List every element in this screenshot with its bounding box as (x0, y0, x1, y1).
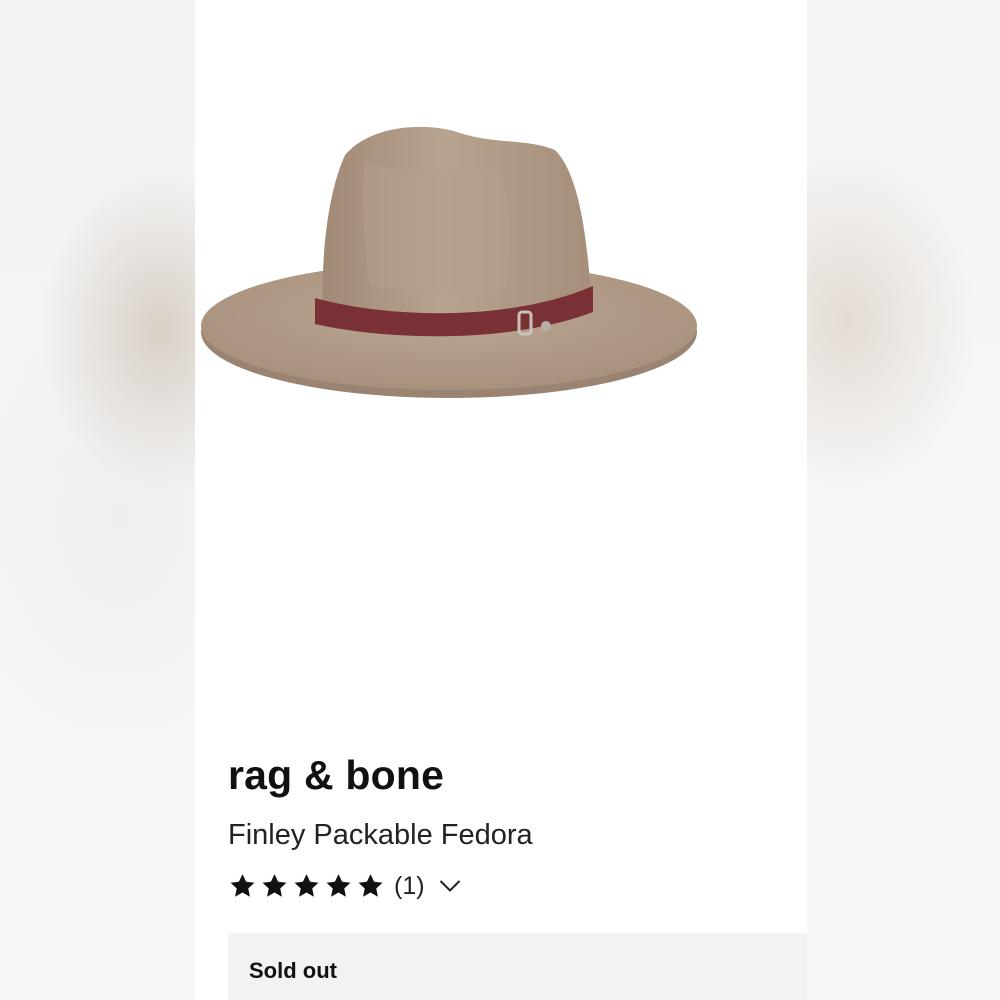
left-blur-background (0, 0, 195, 1000)
star-icon (294, 874, 319, 897)
sold-out-label: Sold out (249, 958, 337, 983)
star-icon (230, 874, 255, 897)
rating-summary[interactable]: (1) (228, 866, 461, 906)
brand-name[interactable]: rag & bone (228, 752, 444, 799)
fedora-hat-image[interactable] (195, 80, 807, 420)
star-icon (326, 874, 351, 897)
star-rating (228, 872, 385, 900)
review-count[interactable]: (1) (394, 872, 425, 901)
product-page: rag & bone Finley Packable Fedora (1) So… (195, 0, 807, 1000)
star-icon (262, 874, 287, 897)
chevron-down-icon[interactable] (439, 879, 461, 893)
product-title: Finley Packable Fedora (228, 819, 533, 851)
availability-status: Sold out (228, 933, 807, 1000)
star-icon (358, 874, 383, 897)
screenshot-stage: rag & bone Finley Packable Fedora (1) So… (0, 0, 1000, 1000)
right-blur-background (807, 0, 1000, 1000)
